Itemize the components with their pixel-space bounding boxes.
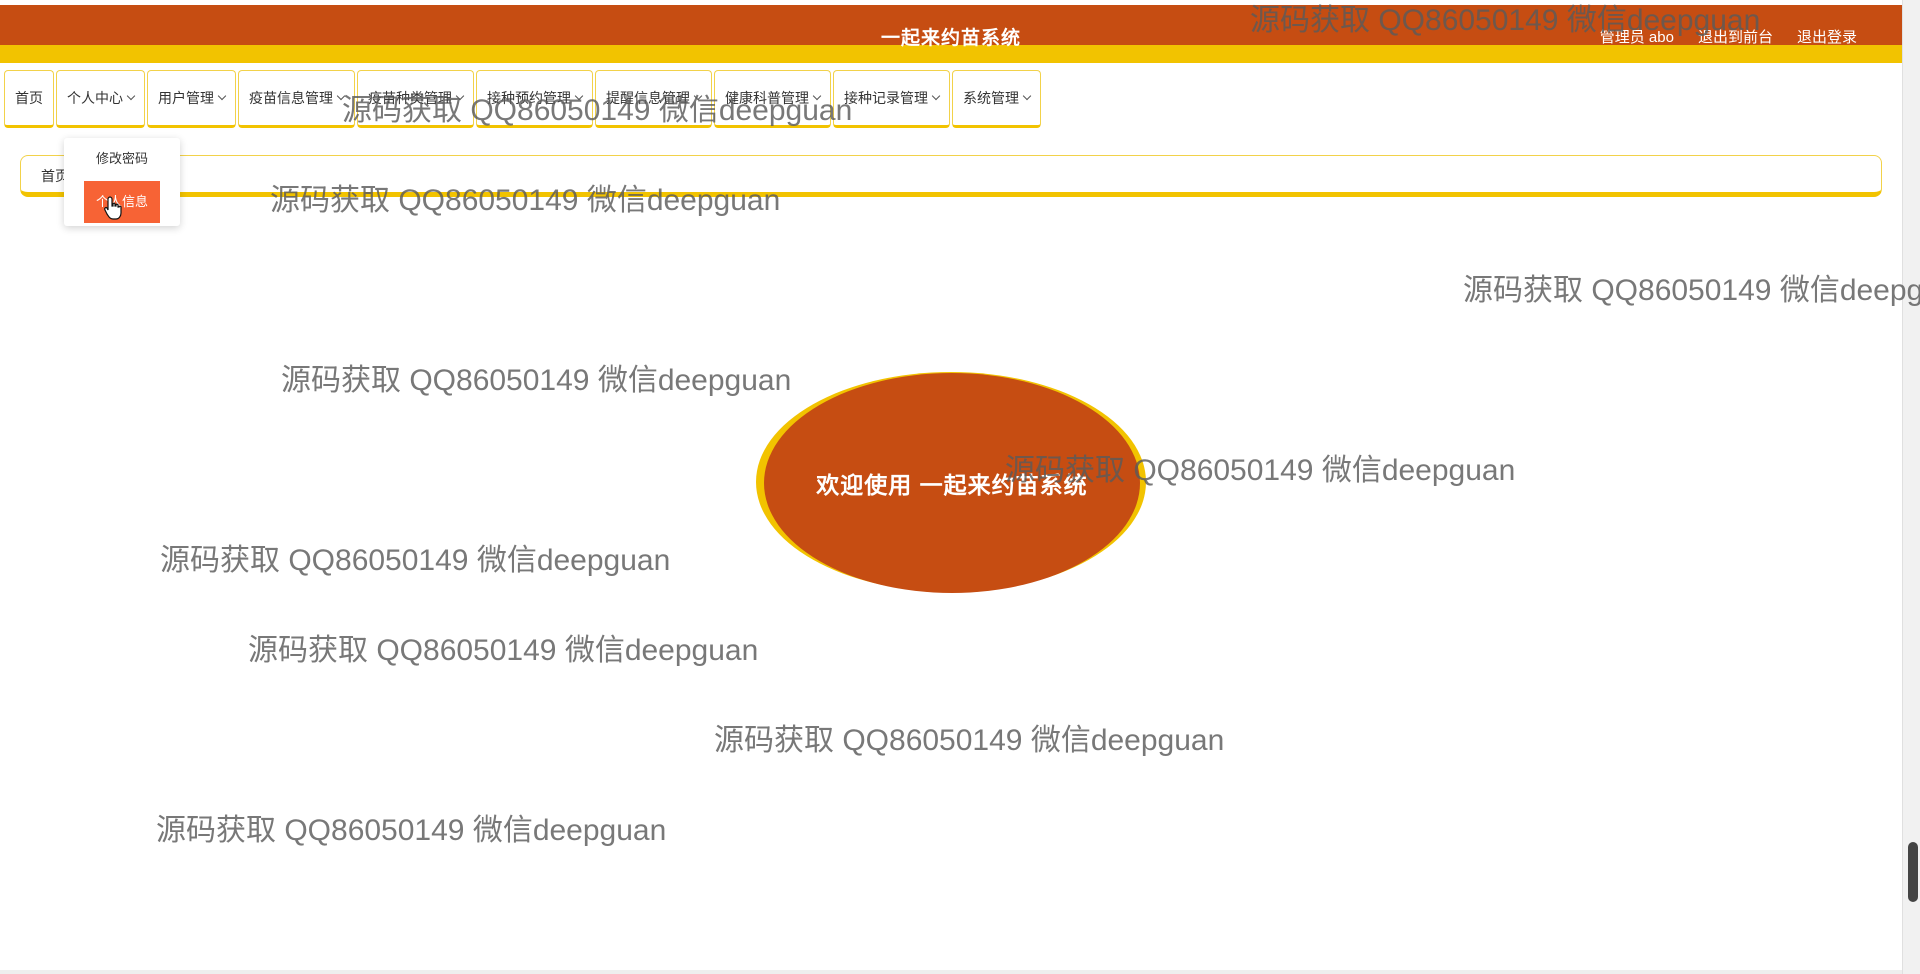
exit-to-front-link[interactable]: 退出到前台 — [1698, 27, 1773, 49]
page: 一起来约苗系统 管理员 abo 退出到前台 退出登录 首页 个人中心 用户管理 … — [0, 0, 1920, 974]
watermark-text: 源码获取 QQ86050149 微信deepguan — [714, 724, 1225, 757]
nav-item-label: 用户管理 — [158, 90, 214, 106]
nav-item-label: 疫苗种类管理 — [368, 90, 452, 106]
watermark-text: 源码获取 QQ86050149 微信deepguan — [160, 544, 671, 577]
chevron-down-icon — [217, 91, 227, 101]
personal-center-dropdown: 修改密码 个人信息 — [64, 138, 180, 226]
welcome-ellipse: 欢迎使用 一起来约苗系统 — [764, 373, 1140, 593]
nav-item-vaccine-type[interactable]: 疫苗种类管理 — [357, 70, 474, 128]
nav-item-user-management[interactable]: 用户管理 — [147, 70, 236, 128]
bottom-divider — [0, 970, 1902, 974]
watermark-text: 源码获取 QQ86050149 微信deepguan — [281, 364, 792, 397]
chevron-down-icon — [1022, 91, 1032, 101]
top-nav: 首页 个人中心 用户管理 疫苗信息管理 疫苗种类管理 接种预约管理 提醒信息管理… — [4, 70, 1043, 130]
nav-item-appointment[interactable]: 接种预约管理 — [476, 70, 593, 128]
watermark-text: 源码获取 QQ86050149 微信deepguan — [1463, 274, 1920, 307]
chevron-down-icon — [574, 91, 584, 101]
watermark-text: 源码获取 QQ86050149 微信deepguan — [156, 814, 667, 847]
nav-item-label: 提醒信息管理 — [606, 90, 690, 106]
welcome-text: 欢迎使用 一起来约苗系统 — [816, 472, 1088, 498]
dropdown-item-personal-info[interactable]: 个人信息 — [84, 181, 160, 223]
nav-item-health-science[interactable]: 健康科普管理 — [714, 70, 831, 128]
scrollbar-thumb[interactable] — [1908, 842, 1918, 902]
nav-item-vaccination-record[interactable]: 接种记录管理 — [833, 70, 950, 128]
admin-label: 管理员 abo — [1599, 29, 1674, 46]
hand-cursor-icon — [104, 196, 122, 220]
logout-link[interactable]: 退出登录 — [1797, 27, 1857, 49]
chevron-down-icon — [693, 91, 703, 101]
chevron-down-icon — [812, 91, 822, 101]
chevron-down-icon — [126, 91, 136, 101]
breadcrumb: 首页 — [20, 155, 1882, 197]
watermark-text: 源码获取 QQ86050149 微信deepguan — [248, 634, 759, 667]
nav-item-label: 个人中心 — [67, 90, 123, 106]
chevron-down-icon — [931, 91, 941, 101]
nav-item-label: 首页 — [15, 90, 43, 106]
header-bar: 一起来约苗系统 管理员 abo 退出到前台 退出登录 — [0, 5, 1902, 63]
nav-item-reminder[interactable]: 提醒信息管理 — [595, 70, 712, 128]
nav-item-home[interactable]: 首页 — [4, 70, 54, 128]
nav-item-label: 接种记录管理 — [844, 90, 928, 106]
nav-item-personal-center[interactable]: 个人中心 — [56, 70, 145, 128]
nav-item-label: 疫苗信息管理 — [249, 90, 333, 106]
nav-item-vaccine-info[interactable]: 疫苗信息管理 — [238, 70, 355, 128]
nav-item-label: 健康科普管理 — [725, 90, 809, 106]
header-links: 管理员 abo 退出到前台 退出登录 — [1600, 27, 1857, 49]
nav-item-system[interactable]: 系统管理 — [952, 70, 1041, 128]
chevron-down-icon — [455, 91, 465, 101]
nav-item-label: 系统管理 — [963, 90, 1019, 106]
page-scrollbar[interactable] — [1902, 0, 1920, 974]
nav-item-label: 接种预约管理 — [487, 90, 571, 106]
chevron-down-icon — [336, 91, 346, 101]
dropdown-item-change-password[interactable]: 修改密码 — [84, 140, 160, 178]
